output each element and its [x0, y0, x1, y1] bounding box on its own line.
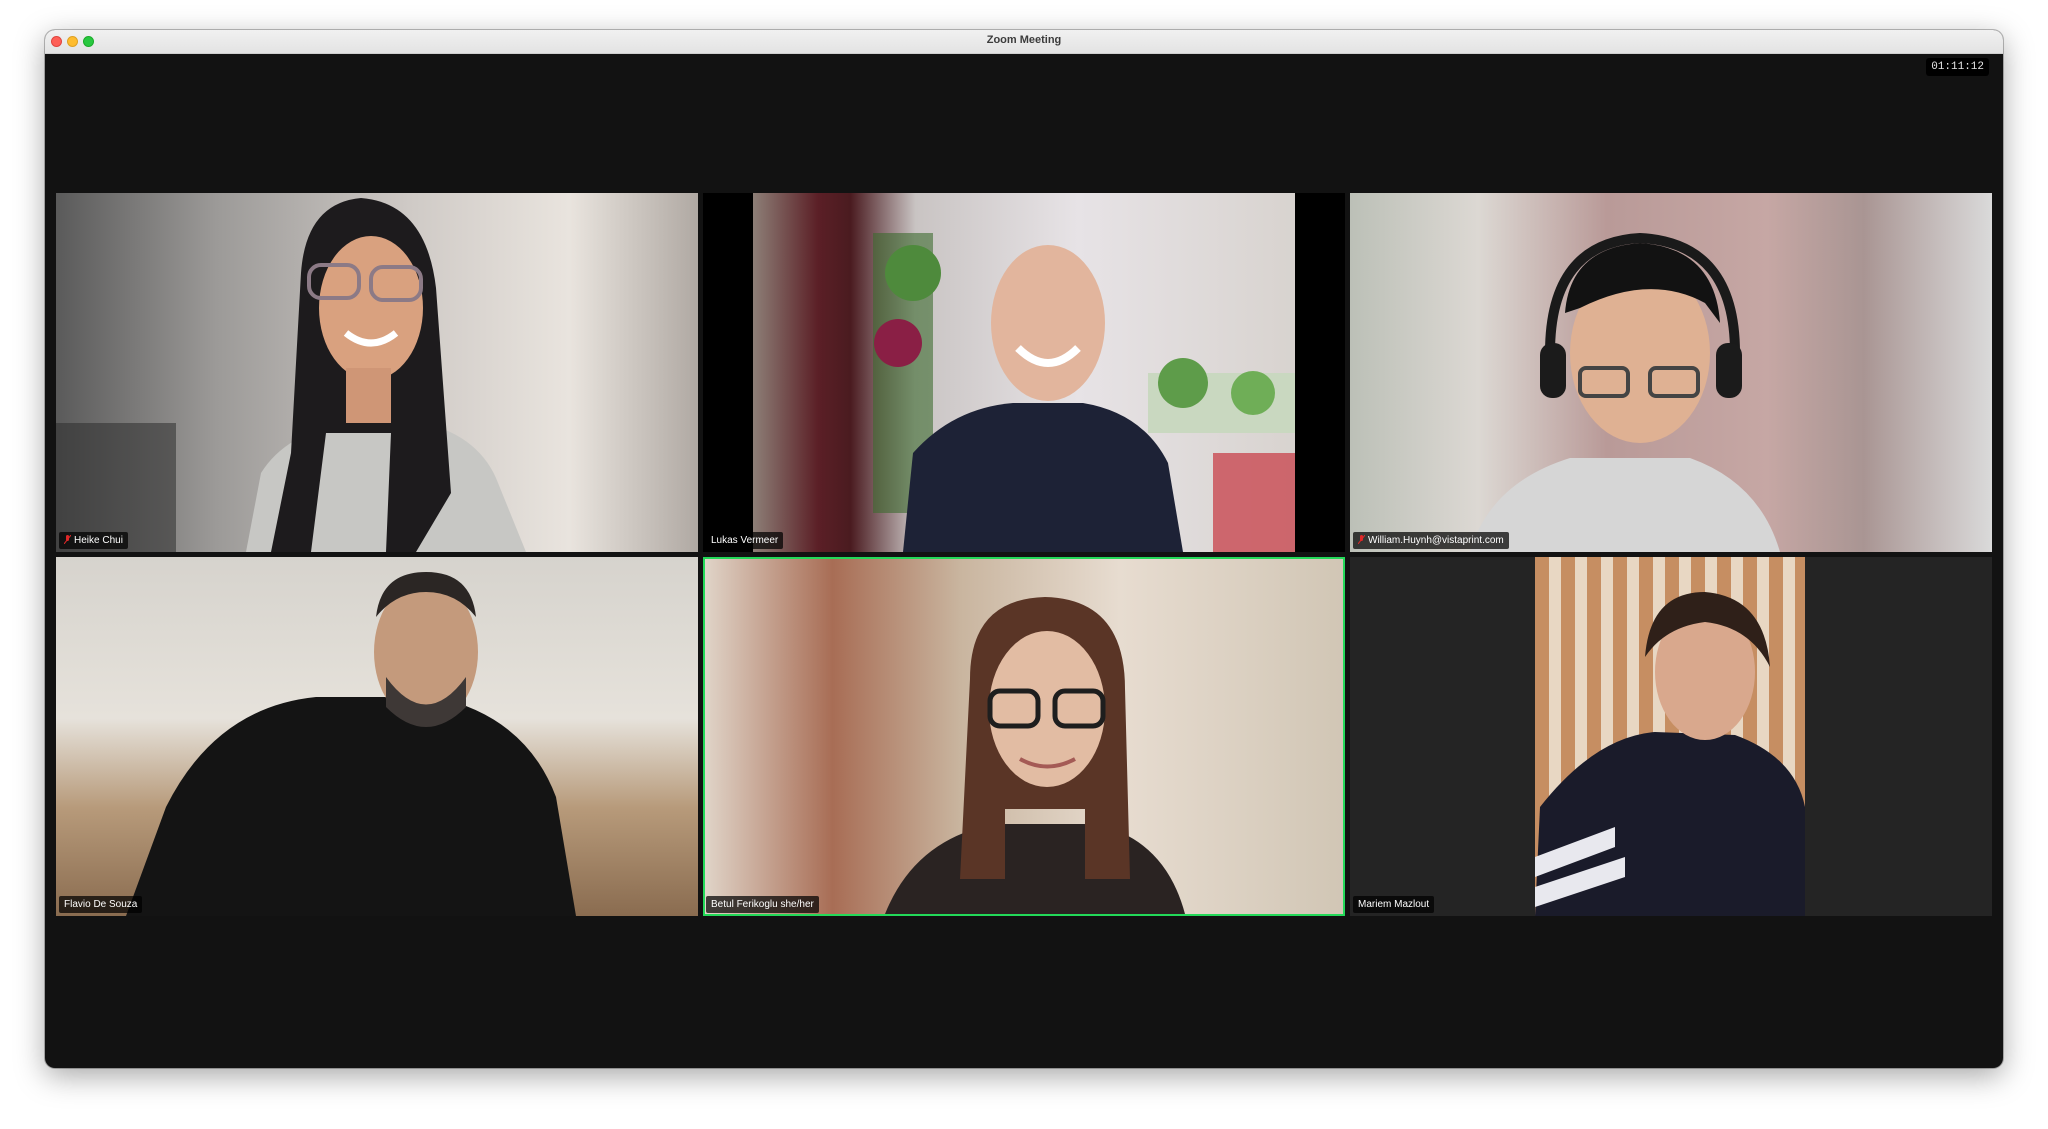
participant-video — [56, 193, 698, 552]
video-tile[interactable]: Flavio De Souza — [56, 557, 698, 916]
participant-silhouette — [126, 572, 576, 916]
participant-name-label: Betul Ferikoglu she/her — [706, 896, 819, 913]
participant-name-label: Flavio De Souza — [59, 896, 143, 913]
participant-video — [1350, 193, 1992, 552]
participant-silhouette — [885, 597, 1185, 914]
participant-name-label: Lukas Vermeer — [706, 532, 784, 549]
participant-name-label: Mariem Mazlout — [1353, 896, 1435, 913]
meeting-timer: 01:11:12 — [1926, 58, 1989, 76]
video-tile[interactable]: Lukas Vermeer — [703, 193, 1345, 552]
video-tile[interactable]: William.Huynh@vistaprint.com — [1350, 193, 1992, 552]
participant-video — [753, 193, 1295, 552]
participant-video — [1535, 557, 1805, 916]
muted-mic-icon — [64, 535, 71, 544]
participant-video — [705, 559, 1343, 914]
participant-silhouette — [873, 233, 1295, 552]
muted-mic-icon — [1358, 535, 1365, 544]
participant-video — [56, 557, 698, 916]
participant-name-label: William.Huynh@vistaprint.com — [1353, 532, 1509, 549]
participant-name-label: Heike Chui — [59, 532, 128, 549]
participant-silhouette — [1535, 592, 1805, 916]
video-tile[interactable]: Heike Chui — [56, 193, 698, 552]
participant-silhouette — [56, 198, 526, 552]
video-tile-active-speaker[interactable]: Betul Ferikoglu she/her — [703, 557, 1345, 916]
zoom-window: Zoom Meeting 01:11:12 Heike Chui Lukas V… — [45, 30, 2003, 1068]
title-bar[interactable]: Zoom Meeting — [45, 30, 2003, 54]
window-title: Zoom Meeting — [986, 34, 1062, 46]
video-tile[interactable]: Mariem Mazlout — [1350, 557, 1992, 916]
participant-silhouette — [1470, 232, 1780, 552]
